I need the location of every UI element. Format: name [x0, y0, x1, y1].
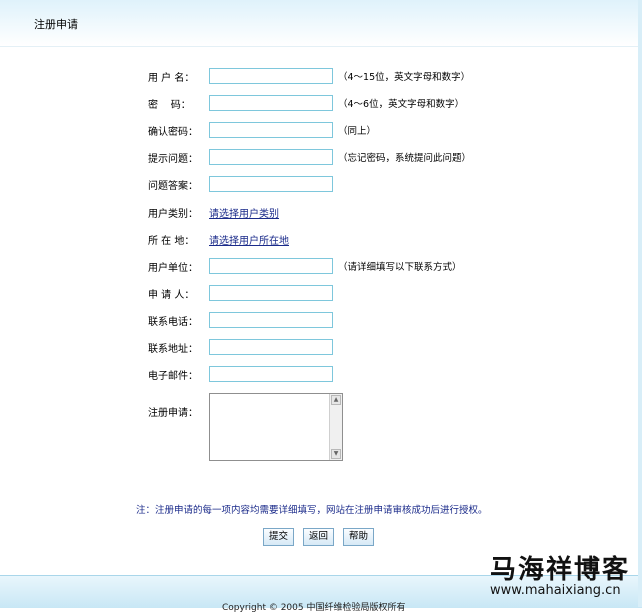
phone-label: 联系电话：: [148, 317, 198, 328]
location-link[interactable]: 请选择用户所在地: [209, 232, 289, 247]
textarea-scrollbar[interactable]: ▲ ▼: [329, 394, 342, 460]
applicant-input[interactable]: [209, 285, 333, 301]
username-hint: （4～15位，英文字母和数字）: [338, 72, 471, 83]
right-border: [638, 0, 642, 607]
notice-text: 注：注册申请的每一项内容均需要详细填写，网站在注册申请审核成功后进行授权。: [136, 505, 488, 516]
address-label: 联系地址：: [148, 344, 198, 355]
scroll-up-icon[interactable]: ▲: [331, 395, 341, 405]
application-label: 注册申请：: [148, 408, 198, 419]
password-hint: （4～6位，英文字母和数字）: [338, 99, 465, 110]
submit-button[interactable]: 提交: [263, 528, 295, 546]
question-hint: （忘记密码，系统提问此问题）: [338, 153, 472, 164]
username-input[interactable]: [209, 68, 333, 84]
watermark-title: 马海祥博客: [490, 555, 631, 585]
user-type-link[interactable]: 请选择用户类别: [209, 205, 279, 220]
question-label: 提示问题：: [148, 154, 198, 165]
applicant-label: 申 请 人：: [148, 290, 195, 301]
back-button[interactable]: 返回: [303, 528, 335, 546]
user-type-label: 用户类别：: [148, 209, 198, 220]
phone-input[interactable]: [209, 312, 333, 328]
answer-label: 问题答案：: [148, 181, 198, 192]
application-textarea[interactable]: ▲ ▼: [209, 393, 343, 461]
help-button[interactable]: 帮助: [343, 528, 375, 546]
location-label: 所 在 地：: [148, 236, 195, 247]
confirm-password-hint: （同上）: [338, 126, 377, 137]
email-label: 电子邮件：: [148, 371, 198, 382]
organization-label: 用户单位：: [148, 263, 198, 274]
answer-input[interactable]: [209, 176, 333, 192]
address-input[interactable]: [209, 339, 333, 355]
password-input[interactable]: [209, 95, 333, 111]
scroll-down-icon[interactable]: ▼: [331, 449, 341, 459]
question-input[interactable]: [209, 149, 333, 165]
email-input[interactable]: [209, 366, 333, 382]
confirm-password-label: 确认密码：: [148, 127, 198, 138]
password-label: 密 码：: [148, 100, 191, 111]
watermark-url: www.mahaixiang.cn: [490, 583, 621, 598]
organization-hint: （请详细填写以下联系方式）: [338, 262, 462, 273]
page-title: 注册申请: [34, 18, 78, 31]
page-header: 注册申请: [0, 0, 642, 47]
confirm-password-input[interactable]: [209, 122, 333, 138]
organization-input[interactable]: [209, 258, 333, 274]
username-label: 用 户 名：: [148, 73, 195, 84]
